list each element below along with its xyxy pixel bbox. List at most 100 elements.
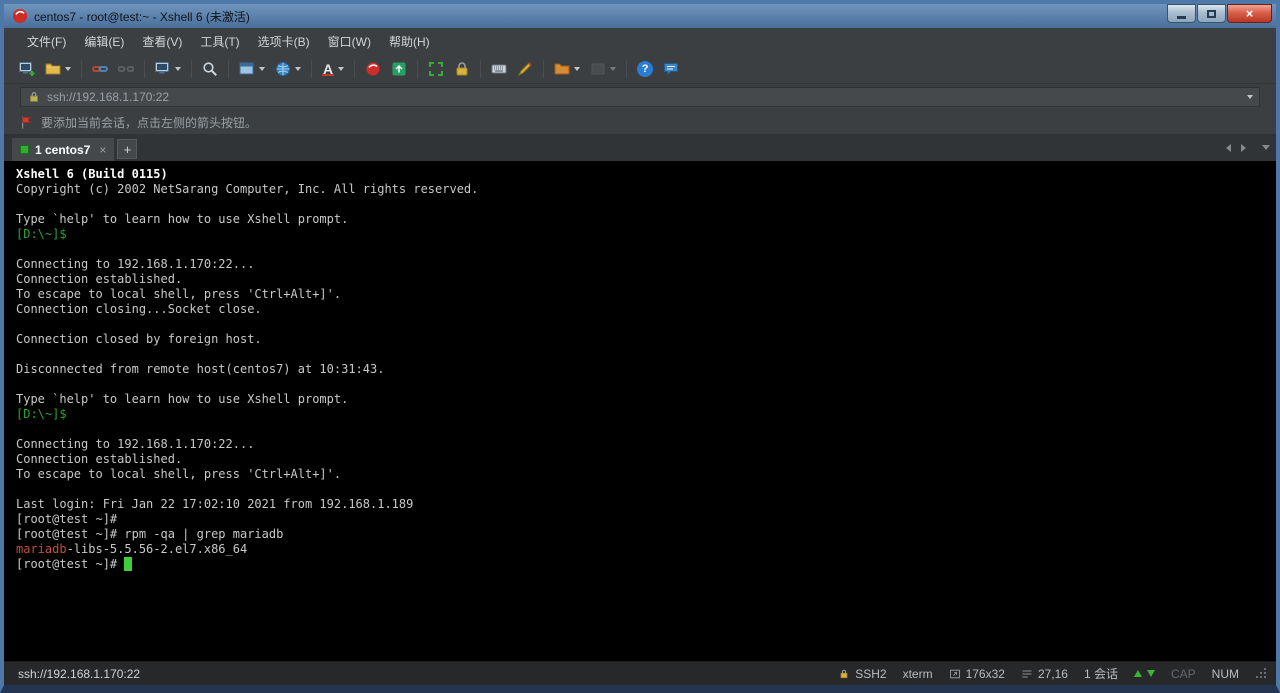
lock-icon xyxy=(454,61,470,77)
disconnect-icon xyxy=(118,61,134,77)
xftp-icon xyxy=(391,61,407,77)
status-activity xyxy=(1134,670,1155,677)
titlebar[interactable]: centos7 - root@test:~ - Xshell 6 (未激活) × xyxy=(4,4,1276,28)
font-icon: A xyxy=(322,62,334,76)
highlighter-pen-icon xyxy=(517,61,533,77)
lock-screen-button[interactable] xyxy=(450,57,474,81)
terminal-output[interactable]: Xshell 6 (Build 0115)Copyright (c) 2002 … xyxy=(4,161,1276,661)
dropdown-caret-icon xyxy=(610,67,616,71)
upload-button[interactable] xyxy=(586,57,620,81)
status-num-lock: NUM xyxy=(1212,667,1239,681)
close-icon: × xyxy=(1246,7,1254,20)
status-right-cluster: SSH2 xterm 176x32 27,16 1 会话 CAP NUM xyxy=(838,665,1268,682)
address-input[interactable]: ssh://192.168.1.170:22 xyxy=(20,87,1260,107)
folder-icon xyxy=(45,61,61,77)
upload-activity-icon xyxy=(1134,670,1142,677)
transfer-folder-icon xyxy=(554,61,570,77)
open-session-folder-button[interactable] xyxy=(41,57,75,81)
reconnect-button[interactable] xyxy=(88,57,112,81)
keyboard-icon xyxy=(491,61,507,77)
help-button[interactable]: ? xyxy=(633,57,657,81)
menu-help[interactable]: 帮助(H) xyxy=(380,29,439,54)
window-title: centos7 - root@test:~ - Xshell 6 (未激活) xyxy=(34,8,250,25)
tab-list-dropdown-icon[interactable] xyxy=(1262,145,1270,150)
resize-grip-icon[interactable] xyxy=(1255,667,1268,680)
status-terminal-type: xterm xyxy=(903,667,933,681)
properties-window-icon xyxy=(239,61,255,77)
minimize-icon xyxy=(1177,16,1186,19)
toolbar-separator xyxy=(144,60,145,78)
address-lock-icon xyxy=(27,90,41,104)
help-icon: ? xyxy=(637,61,653,77)
menu-tools[interactable]: 工具(T) xyxy=(191,29,248,54)
menu-bar: 文件(F) 编辑(E) 查看(V) 工具(T) 选项卡(B) 窗口(W) 帮助(… xyxy=(4,28,1276,54)
status-cursor-position: 27,16 xyxy=(1021,667,1068,681)
virtual-keyboard-button[interactable] xyxy=(487,57,511,81)
download-activity-icon xyxy=(1147,670,1155,677)
info-bar: 要添加当前会话，点击左侧的箭头按钮。 xyxy=(4,110,1276,134)
maximize-button[interactable] xyxy=(1197,4,1226,23)
xshell-app-icon xyxy=(12,8,28,24)
status-session-count: 1 会话 xyxy=(1084,665,1118,682)
terminal-window-icon xyxy=(155,61,171,77)
status-screen-size: 176x32 xyxy=(949,667,1005,681)
toolbar-separator xyxy=(81,60,82,78)
dropdown-caret-icon xyxy=(295,67,301,71)
dropdown-caret-icon xyxy=(259,67,265,71)
tab-centos7[interactable]: 1 centos7 × xyxy=(12,138,114,161)
xftp-button[interactable] xyxy=(387,57,411,81)
address-dropdown-icon[interactable] xyxy=(1247,95,1253,99)
maximize-icon xyxy=(1207,10,1216,18)
new-session-button[interactable] xyxy=(15,57,39,81)
web-browser-button[interactable] xyxy=(271,57,305,81)
transfer-folder-button[interactable] xyxy=(550,57,584,81)
dropdown-caret-icon xyxy=(175,67,181,71)
xshell-window: centos7 - root@test:~ - Xshell 6 (未激活) ×… xyxy=(0,0,1280,693)
status-caps-lock: CAP xyxy=(1171,667,1196,681)
new-terminal-button[interactable] xyxy=(151,57,185,81)
status-bar: ssh://192.168.1.170:22 SSH2 xterm 176x32… xyxy=(4,661,1276,685)
toolbar-separator xyxy=(354,60,355,78)
tab-scroll-right-icon[interactable] xyxy=(1241,144,1246,152)
fullscreen-button[interactable] xyxy=(424,57,448,81)
dropdown-caret-icon xyxy=(338,67,344,71)
address-value: ssh://192.168.1.170:22 xyxy=(47,90,169,104)
minimize-button[interactable] xyxy=(1167,4,1196,23)
tab-navigation xyxy=(1226,134,1270,161)
xagent-icon xyxy=(365,61,381,77)
new-tab-button[interactable]: + xyxy=(117,139,137,159)
close-button[interactable]: × xyxy=(1227,4,1272,23)
toolbar-separator xyxy=(543,60,544,78)
globe-icon xyxy=(275,61,291,77)
tab-scroll-left-icon[interactable] xyxy=(1226,144,1231,152)
tab-label: 1 centos7 xyxy=(35,143,90,157)
xagent-button[interactable] xyxy=(361,57,385,81)
session-properties-button[interactable] xyxy=(235,57,269,81)
feedback-button[interactable] xyxy=(659,57,683,81)
tab-close-icon[interactable]: × xyxy=(99,144,106,156)
fullscreen-icon xyxy=(428,61,444,77)
search-icon xyxy=(202,61,218,77)
tab-bar: 1 centos7 × + xyxy=(4,134,1276,161)
find-button[interactable] xyxy=(198,57,222,81)
dropdown-caret-icon xyxy=(65,67,71,71)
menu-view[interactable]: 查看(V) xyxy=(133,29,191,54)
connect-icon xyxy=(92,61,108,77)
disconnect-button[interactable] xyxy=(114,57,138,81)
menu-file[interactable]: 文件(F) xyxy=(18,29,75,54)
font-color-button[interactable]: A xyxy=(318,57,348,81)
toolbar-separator xyxy=(480,60,481,78)
menu-tabs[interactable]: 选项卡(B) xyxy=(249,29,319,54)
toolbar-separator xyxy=(417,60,418,78)
info-text: 要添加当前会话，点击左侧的箭头按钮。 xyxy=(41,114,257,131)
toolbar-separator xyxy=(191,60,192,78)
resize-icon xyxy=(949,668,961,680)
status-lock-icon xyxy=(838,668,850,680)
menu-window[interactable]: 窗口(W) xyxy=(319,29,380,54)
menu-edit[interactable]: 编辑(E) xyxy=(75,29,133,54)
toolbar-separator xyxy=(626,60,627,78)
toolbar: A xyxy=(4,54,1276,84)
status-protocol: SSH2 xyxy=(838,667,886,681)
highlight-button[interactable] xyxy=(513,57,537,81)
cursor-position-icon xyxy=(1021,668,1033,680)
